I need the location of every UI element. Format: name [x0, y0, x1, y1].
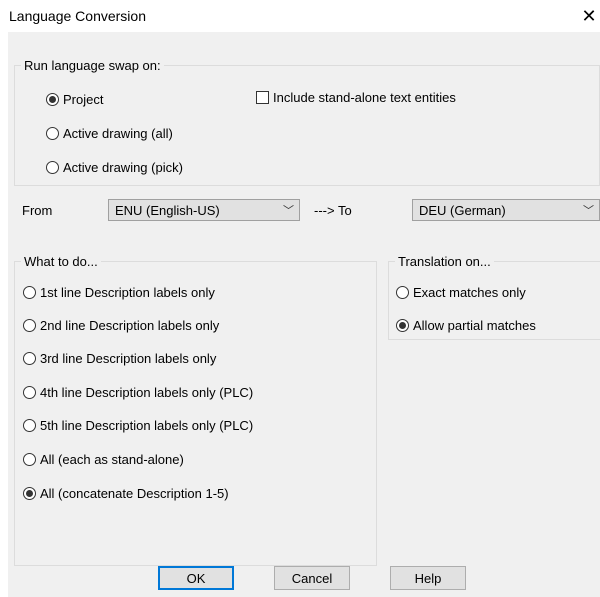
radio-2nd-line[interactable]: 2nd line Description labels only — [23, 318, 219, 333]
cancel-button[interactable]: Cancel — [274, 566, 350, 590]
what-to-do-group: What to do... — [14, 254, 377, 566]
checkbox-control[interactable] — [256, 91, 269, 104]
radio-dot — [26, 490, 33, 497]
radio-control[interactable] — [23, 286, 36, 299]
radio-dot — [399, 322, 406, 329]
radio-control[interactable] — [23, 352, 36, 365]
radio-label: 1st line Description labels only — [40, 285, 215, 300]
what-to-do-legend: What to do... — [24, 254, 98, 269]
radio-control[interactable] — [23, 319, 36, 332]
include-standalone-checkbox[interactable]: Include stand-alone text entities — [256, 90, 456, 105]
translation-legend: Translation on... — [398, 254, 491, 269]
radio-label: 5th line Description labels only (PLC) — [40, 418, 254, 433]
checkbox-label: Include stand-alone text entities — [273, 90, 456, 105]
radio-all-standalone[interactable]: All (each as stand-alone) — [23, 452, 184, 467]
close-icon[interactable]: ✕ — [578, 2, 600, 30]
radio-active-drawing-pick[interactable]: Active drawing (pick) — [46, 160, 183, 175]
radio-label: 4th line Description labels only (PLC) — [40, 385, 254, 400]
radio-control[interactable] — [46, 93, 59, 106]
radio-active-drawing-all[interactable]: Active drawing (all) — [46, 126, 173, 141]
radio-project[interactable]: Project — [46, 92, 103, 107]
title-bar: Language Conversion ✕ — [0, 0, 600, 32]
radio-dot — [49, 96, 56, 103]
to-language-value: DEU (German) — [419, 202, 506, 218]
radio-label: 2nd line Description labels only — [40, 318, 220, 333]
to-label: ---> To — [314, 203, 352, 218]
radio-partial-matches[interactable]: Allow partial matches — [396, 318, 536, 333]
ok-button[interactable]: OK — [158, 566, 234, 590]
radio-label: All (each as stand-alone) — [40, 452, 184, 467]
radio-all-concatenate[interactable]: All (concatenate Description 1-5) — [23, 486, 229, 501]
radio-control[interactable] — [23, 419, 36, 432]
radio-control[interactable] — [46, 161, 59, 174]
dialog-client: Run language swap on: Project Active dra… — [8, 32, 600, 597]
radio-label: Exact matches only — [413, 285, 526, 300]
radio-label: 3rd line Description labels only — [40, 351, 217, 366]
run-swap-legend: Run language swap on: — [24, 58, 161, 73]
radio-label: Project — [63, 92, 104, 107]
from-label: From — [22, 203, 53, 218]
radio-control[interactable] — [46, 127, 59, 140]
radio-control[interactable] — [23, 453, 36, 466]
radio-label: All (concatenate Description 1-5) — [40, 486, 229, 501]
radio-control[interactable] — [23, 386, 36, 399]
radio-label: Allow partial matches — [413, 318, 536, 333]
radio-4th-line[interactable]: 4th line Description labels only (PLC) — [23, 385, 253, 400]
radio-5th-line[interactable]: 5th line Description labels only (PLC) — [23, 418, 253, 433]
chevron-down-icon: ﹀ — [283, 205, 294, 217]
to-language-select[interactable]: DEU (German) ﹀ — [412, 199, 600, 221]
from-language-select[interactable]: ENU (English-US) ﹀ — [108, 199, 300, 221]
radio-1st-line[interactable]: 1st line Description labels only — [23, 285, 215, 300]
help-button[interactable]: Help — [390, 566, 466, 590]
radio-3rd-line[interactable]: 3rd line Description labels only — [23, 351, 216, 366]
radio-exact-matches[interactable]: Exact matches only — [396, 285, 526, 300]
chevron-down-icon: ﹀ — [583, 205, 594, 217]
radio-control[interactable] — [23, 487, 36, 500]
from-language-value: ENU (English-US) — [115, 202, 220, 218]
window-title: Language Conversion — [9, 8, 146, 24]
radio-control[interactable] — [396, 319, 409, 332]
radio-label: Active drawing (all) — [63, 126, 173, 141]
radio-control[interactable] — [396, 286, 409, 299]
radio-label: Active drawing (pick) — [63, 160, 183, 175]
